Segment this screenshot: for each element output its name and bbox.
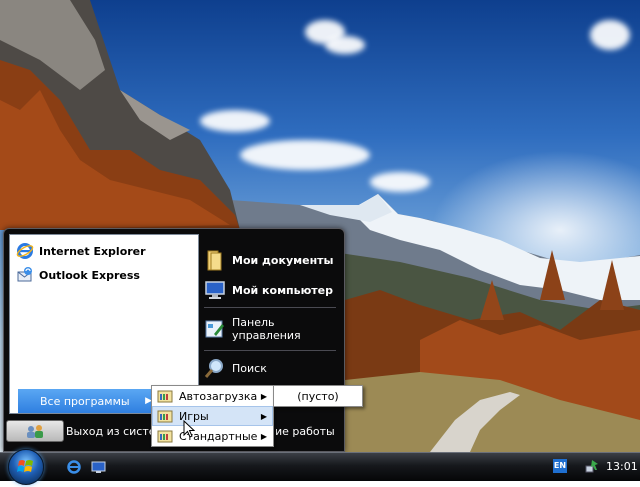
- my-computer-label: Мой компьютер: [232, 283, 334, 297]
- submenu-empty-label: (пусто): [297, 389, 339, 403]
- submenu-item-empty[interactable]: (пусто): [274, 386, 362, 406]
- search-label: Поиск: [232, 361, 267, 375]
- users-icon: [27, 425, 43, 438]
- search-icon: [204, 359, 223, 378]
- pinned-item-label: Outlook Express: [39, 268, 140, 282]
- all-programs-button[interactable]: Все программы ▶: [18, 389, 158, 413]
- quicklaunch-ie-icon[interactable]: [66, 459, 82, 475]
- pinned-outlook-express[interactable]: Outlook Express: [16, 264, 140, 286]
- divider: [204, 350, 336, 351]
- startup-submenu: (пусто): [273, 385, 363, 407]
- network-tray-icon[interactable]: [584, 458, 600, 474]
- outlook-icon: [17, 267, 32, 282]
- all-programs-label: Все программы: [40, 394, 130, 408]
- pinned-item-label: Internet Explorer: [39, 244, 146, 258]
- submenu-item-startup[interactable]: Автозагрузка ▶: [152, 386, 273, 406]
- show-desktop-icon[interactable]: [91, 459, 107, 475]
- pinned-internet-explorer[interactable]: Internet Explorer: [16, 240, 146, 262]
- my-documents-item[interactable]: Мои документы: [204, 249, 334, 271]
- computer-icon: [205, 281, 225, 299]
- control-panel-item[interactable]: Панель управления: [204, 316, 301, 342]
- my-computer-item[interactable]: Мой компьютер: [204, 279, 333, 301]
- control-panel-label: Панель управления: [232, 316, 301, 342]
- search-item[interactable]: Поиск: [204, 357, 267, 379]
- all-programs-submenu: Автозагрузка ▶ Игры ▶ Стандартные ▶: [151, 385, 274, 447]
- arrow-right-icon: ▶: [260, 391, 267, 401]
- program-group-icon: [157, 430, 173, 443]
- system-clock[interactable]: 13:01: [606, 460, 638, 473]
- ie-icon: [16, 243, 34, 259]
- control-panel-label-line2: управления: [232, 329, 301, 342]
- language-indicator[interactable]: EN: [553, 459, 567, 473]
- logoff-button[interactable]: [6, 420, 64, 442]
- divider: [204, 307, 336, 308]
- windows-logo-icon: [17, 460, 33, 472]
- submenu-item-label: Автозагрузка: [179, 389, 258, 403]
- submenu-item-games[interactable]: Игры ▶: [152, 406, 273, 426]
- taskbar: EN 13:01: [0, 449, 640, 485]
- control-panel-icon: [205, 320, 224, 338]
- submenu-item-accessories[interactable]: Стандартные ▶: [152, 426, 273, 446]
- folder-icon: [207, 250, 222, 271]
- arrow-right-icon: ▶: [260, 431, 267, 441]
- mouse-cursor-icon: [183, 420, 195, 438]
- control-panel-label-line1: Панель: [232, 316, 275, 329]
- arrow-right-icon: ▶: [260, 411, 267, 421]
- program-group-icon: [157, 390, 173, 403]
- my-documents-label: Мои документы: [232, 253, 334, 267]
- program-group-icon: [157, 410, 173, 423]
